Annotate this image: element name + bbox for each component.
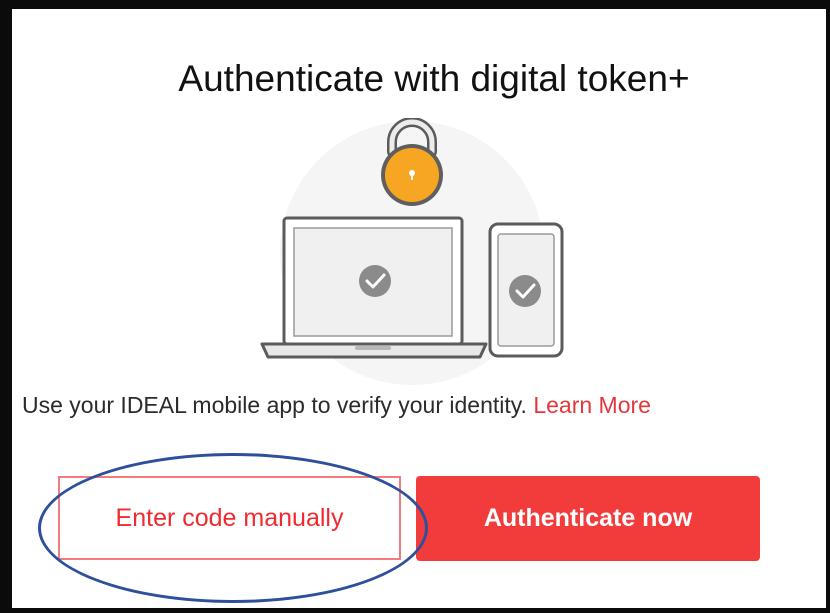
authenticate-now-button[interactable]: Authenticate now	[416, 476, 760, 561]
description-label: Use your IDEAL mobile app to verify your…	[22, 392, 527, 418]
checkmark-icon	[359, 265, 391, 297]
enter-code-manually-button[interactable]: Enter code manually	[58, 476, 401, 560]
authenticate-now-label: Authenticate now	[483, 504, 693, 532]
dialog-title: Authenticate with digital token+	[178, 58, 690, 99]
token-illustration	[250, 117, 580, 388]
learn-more-link[interactable]: Learn More	[533, 392, 651, 418]
description-text: Use your IDEAL mobile app to verify your…	[22, 392, 651, 419]
enter-code-manually-label: Enter code manually	[115, 503, 344, 532]
checkmark-icon	[509, 275, 541, 307]
